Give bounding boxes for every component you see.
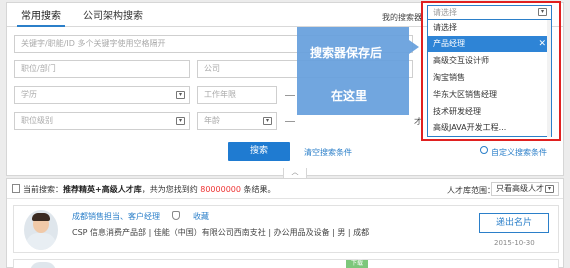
dropdown-option[interactable]: 请选择	[428, 20, 551, 36]
saved-search-dropdown: 请选择 产品经理 ✕ 高级交互设计师 淘宝销售 华东大区销售经理 技术研发经理 …	[427, 20, 552, 137]
dropdown-scrollbar[interactable]	[547, 20, 551, 137]
scope-select[interactable]: 只看高级人才 ▾	[491, 182, 559, 196]
education-select-label: 学历	[21, 90, 37, 99]
document-icon	[12, 184, 20, 193]
gear-icon	[480, 146, 488, 154]
saved-search-label: 我的搜索器	[382, 13, 422, 22]
result-count: 80000000	[200, 185, 241, 194]
chevron-down-icon: ▾	[545, 185, 554, 193]
saved-search-select-value: 请选择	[433, 8, 457, 17]
dropdown-option-label: 产品经理	[433, 39, 465, 48]
range-divider	[285, 121, 295, 122]
close-icon[interactable]: ✕	[538, 36, 546, 52]
result-query: 推荐精英+高级人才库	[63, 185, 142, 194]
saved-search-select[interactable]: 请选择 ▾	[427, 5, 552, 20]
avatar-hair	[32, 213, 50, 221]
chevron-down-icon: ▾	[263, 117, 272, 125]
candidate-date: 2015-10-30	[494, 239, 535, 247]
chevron-down-icon: ▾	[176, 117, 185, 125]
annotation-callout: 搜索器保存后 在这里	[297, 27, 409, 115]
range-divider	[285, 95, 295, 96]
result-summary: 当前搜索：推荐精英+高级人才库，共为您找到约 80000000 条结果。	[23, 184, 276, 195]
candidate-card-2: 下载	[13, 259, 559, 268]
age-select-label: 年龄	[204, 116, 220, 125]
dropdown-option[interactable]: 高级交互设计师	[428, 53, 551, 69]
clear-conditions-link[interactable]: 清空搜索条件	[304, 147, 352, 158]
result-prefix: 当前搜索：	[23, 185, 63, 194]
dropdown-option[interactable]: 高级JAVA开发工程...	[428, 120, 551, 136]
custom-conditions-link[interactable]: 自定义搜索条件	[491, 147, 547, 158]
age-select[interactable]: 年龄 ▾	[197, 112, 277, 130]
position-input[interactable]: 职位/部门	[14, 60, 190, 78]
annotation-line-1: 搜索器保存后	[310, 46, 383, 60]
annotation-arrow	[409, 40, 419, 54]
education-select[interactable]: 学历 ▾	[14, 86, 190, 104]
scope-select-value: 只看高级人才	[496, 184, 544, 193]
chevron-down-icon: ▾	[176, 91, 185, 99]
candidate-title-link[interactable]: 成都销售担当、客户经理	[72, 211, 160, 222]
favorite-link[interactable]: 收藏	[193, 211, 209, 222]
send-card-button[interactable]: 递出名片	[479, 213, 549, 233]
result-suffix: 条结果。	[243, 185, 276, 194]
dropdown-option[interactable]: 技术研发经理	[428, 104, 551, 120]
search-button[interactable]: 搜索	[228, 142, 290, 161]
dropdown-option[interactable]: 华东大区销售经理	[428, 87, 551, 103]
chevron-down-icon: ▾	[538, 8, 547, 16]
tab-company-structure-search[interactable]: 公司架构搜索	[79, 8, 147, 27]
scope-label: 人才库范围：	[447, 186, 495, 195]
shield-icon	[172, 211, 180, 220]
result-summary-bar: 当前搜索：推荐精英+高级人才库，共为您找到约 80000000 条结果。 人才库…	[7, 179, 563, 199]
job-level-select-label: 职位级别	[21, 116, 53, 125]
dropdown-option[interactable]: 淘宝销售	[428, 70, 551, 86]
avatar-body	[26, 233, 56, 250]
candidate-card: 成都销售担当、客户经理 收藏 CSP 信息消费产品部 | 佳能（中国）有限公司西…	[13, 205, 559, 253]
job-level-select[interactable]: 职位级别 ▾	[14, 112, 190, 130]
candidate-detail: CSP 信息消费产品部 | 佳能（中国）有限公司西南支社 | 办公用品及设备 |…	[72, 228, 370, 237]
work-years-input[interactable]: 工作年限	[197, 86, 277, 104]
results-panel: 当前搜索：推荐精英+高级人才库，共为您找到约 80000000 条结果。 人才库…	[6, 178, 564, 268]
avatar	[30, 262, 56, 268]
dropdown-option-selected[interactable]: 产品经理 ✕	[428, 36, 551, 52]
result-middle: ，共为您找到约	[141, 185, 198, 194]
download-badge: 下载	[346, 260, 368, 268]
tab-common-search[interactable]: 常用搜索	[17, 8, 65, 27]
page: 常用搜索 公司架构搜索 我的搜索器 关键字/职能/ID 多个关键字使用空格隔开 …	[0, 0, 570, 268]
avatar	[24, 210, 58, 250]
annotation-line-2: 在这里	[331, 89, 368, 103]
